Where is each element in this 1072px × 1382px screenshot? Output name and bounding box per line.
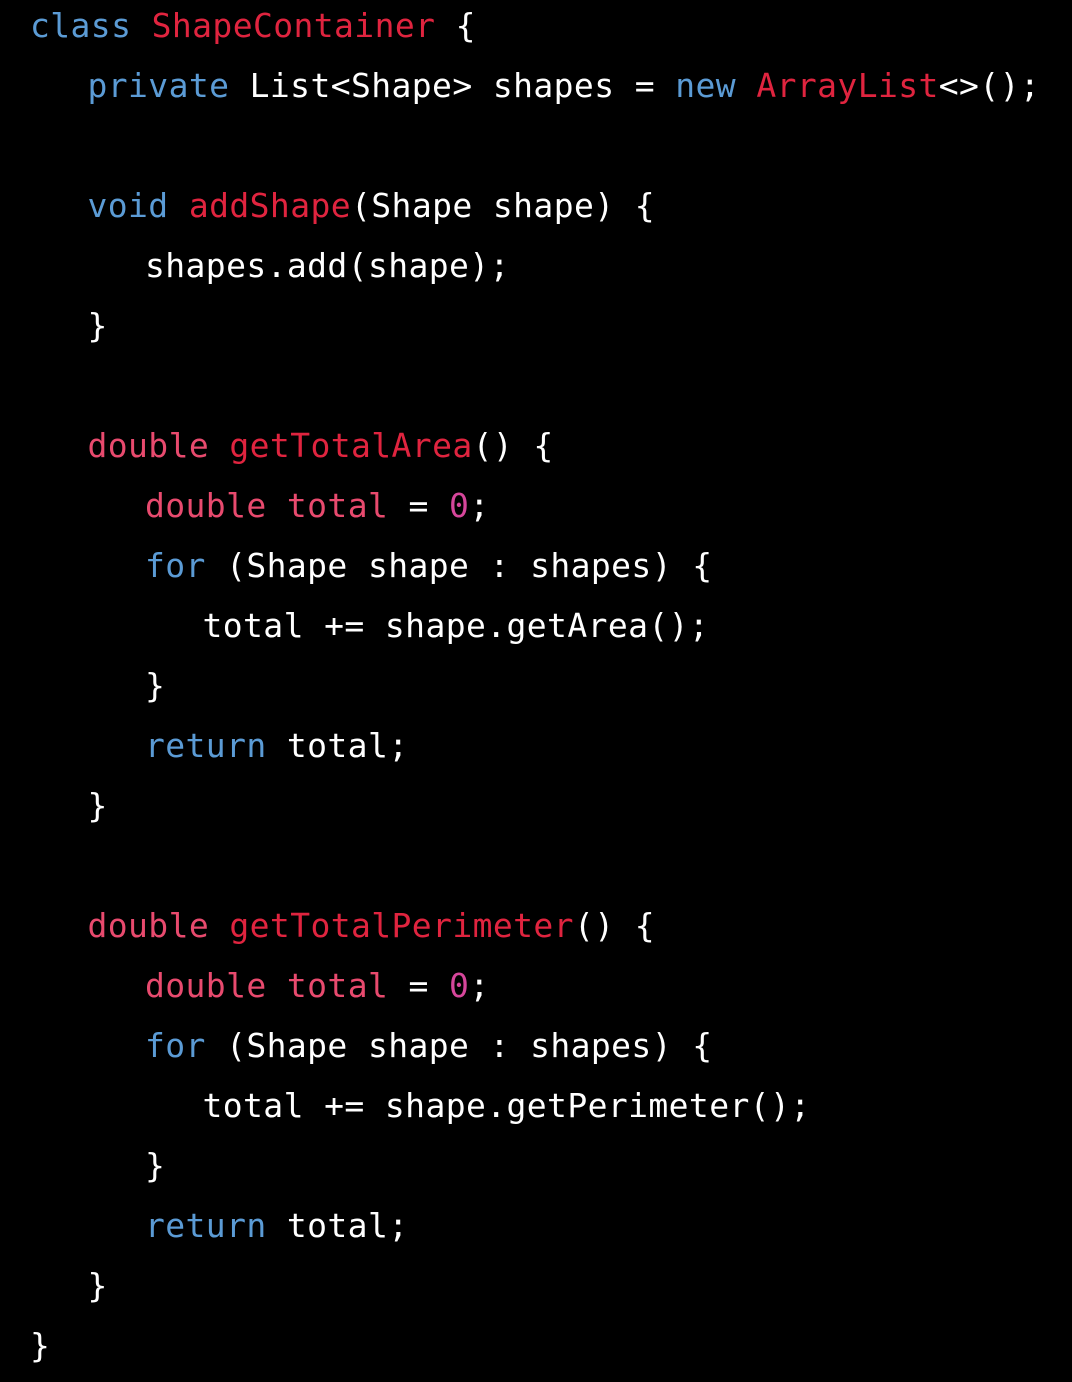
code-line: class ShapeContainer { xyxy=(30,0,1040,60)
code-token-plain: (Shape shape) { xyxy=(351,186,656,225)
code-token-name: ShapeContainer xyxy=(151,6,436,45)
code-token-plain: } xyxy=(87,1266,108,1305)
code-token-plain: total; xyxy=(266,1206,409,1245)
code-token-plain: shapes.add(shape); xyxy=(145,246,510,285)
code-token-plain: <>(); xyxy=(938,66,1041,105)
code-line: return total; xyxy=(30,1200,1040,1260)
code-token-keyword: new xyxy=(675,66,737,105)
code-line: private List<Shape> shapes = new ArrayLi… xyxy=(30,60,1040,120)
code-line: double total = 0; xyxy=(30,960,1040,1020)
code-token-keyword: for xyxy=(145,1026,206,1065)
code-line: return total; xyxy=(30,720,1040,780)
code-token-name: getTotalArea xyxy=(229,426,473,465)
code-token-plain: (Shape shape : shapes) { xyxy=(205,546,713,585)
code-token-type: double xyxy=(145,966,267,1005)
code-line: } xyxy=(30,1140,1040,1200)
code-token-type: double xyxy=(87,426,210,465)
code-token-plain: = xyxy=(388,966,450,1005)
code-line: } xyxy=(30,300,1040,360)
code-token-plain: ; xyxy=(469,966,490,1005)
code-token-plain: } xyxy=(145,1146,166,1185)
code-token-keyword: void xyxy=(87,186,169,225)
code-token-keyword: return xyxy=(145,1206,267,1245)
code-token-plain: () { xyxy=(472,426,554,465)
code-line: double total = 0; xyxy=(30,480,1040,540)
code-line: } xyxy=(30,660,1040,720)
code-line: total += shape.getArea(); xyxy=(30,600,1040,660)
code-token-plain: total; xyxy=(266,726,409,765)
code-block: class ShapeContainer {private List<Shape… xyxy=(30,0,1040,1380)
code-token-plain: = xyxy=(388,486,450,525)
code-token-number: 0 xyxy=(449,966,470,1005)
code-token-keyword: return xyxy=(145,726,267,765)
code-line: for (Shape shape : shapes) { xyxy=(30,1020,1040,1080)
code-line: double getTotalArea() { xyxy=(30,420,1040,480)
code-token-name: addShape xyxy=(188,186,352,225)
code-token-keyword: class xyxy=(30,6,132,45)
code-token-keyword: for xyxy=(145,546,206,585)
code-line: for (Shape shape : shapes) { xyxy=(30,540,1040,600)
code-token-plain: ; xyxy=(469,486,490,525)
code-line: } xyxy=(30,780,1040,840)
code-line: shapes.add(shape); xyxy=(30,240,1040,300)
code-line: total += shape.getPerimeter(); xyxy=(30,1080,1040,1140)
code-token-type: total xyxy=(286,966,389,1005)
code-line: } xyxy=(30,1260,1040,1320)
code-token-plain: } xyxy=(30,1326,51,1365)
code-token-plain: (Shape shape : shapes) { xyxy=(205,1026,713,1065)
code-token-type: double xyxy=(87,906,210,945)
code-line: void addShape(Shape shape) { xyxy=(30,180,1040,240)
code-token-plain: List<Shape> shapes = xyxy=(229,66,676,105)
code-token-plain: } xyxy=(87,786,108,825)
code-token-type: total xyxy=(286,486,389,525)
code-token-name: ArrayList xyxy=(756,66,939,105)
code-token-plain: } xyxy=(87,306,108,345)
code-token-plain: { xyxy=(435,6,476,45)
code-token-number: 0 xyxy=(449,486,470,525)
code-line: } xyxy=(30,1320,1040,1380)
code-line: double getTotalPerimeter() { xyxy=(30,900,1040,960)
code-token-plain: } xyxy=(145,666,166,705)
code-token-name: getTotalPerimeter xyxy=(229,906,574,945)
code-token-plain: total += shape.getArea(); xyxy=(202,606,710,645)
code-token-plain: total += shape.getPerimeter(); xyxy=(202,1086,811,1125)
code-token-type: double xyxy=(145,486,267,525)
code-token-plain: () { xyxy=(573,906,656,945)
code-token-keyword: private xyxy=(87,66,230,105)
